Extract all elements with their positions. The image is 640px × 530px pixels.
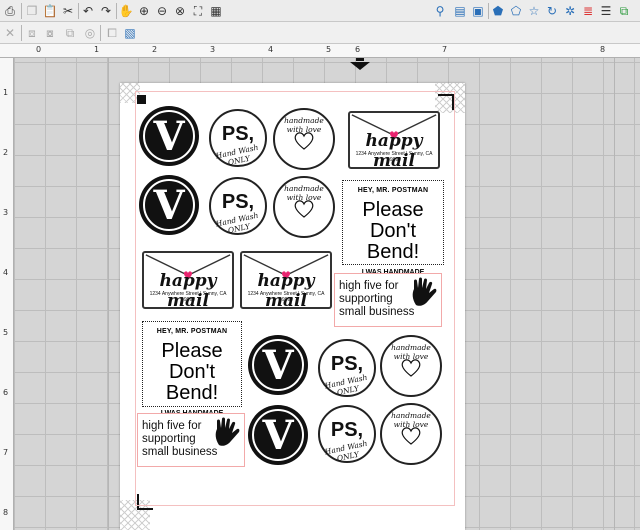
zoom-in-icon[interactable]: ⊕ [136, 3, 152, 19]
redo-icon[interactable]: ↷ [98, 3, 114, 19]
v-monogram-sticker[interactable]: V [248, 405, 308, 465]
mail-address: 1234 Anywhere Street | Sunny, CA 99999 [355, 151, 433, 163]
feed-direction-arrow-icon [350, 58, 370, 70]
polygon-icon[interactable]: ⬠ [508, 3, 524, 19]
fit-to-window-icon[interactable]: ⛶ [190, 3, 206, 19]
v-monogram-sticker[interactable]: V [139, 175, 199, 235]
shadow-icon[interactable]: ▣ [470, 3, 486, 19]
ruler-label: 7 [3, 448, 9, 457]
vertical-ruler: 1 2 3 4 5 6 7 8 [0, 58, 14, 530]
high-five-sticker[interactable]: high five for supporting small business [334, 273, 442, 327]
toolbar-separator [116, 3, 117, 19]
ruler-label: 6 [355, 45, 361, 54]
mail-address: 1234 Anywhere Street | Sunny, CA 99999 [149, 291, 227, 303]
postman-line2: Please Don't Bend! [362, 199, 424, 263]
ruler-label: 7 [442, 45, 448, 54]
color-lines-icon[interactable]: ≣ [580, 3, 596, 19]
rotate-icon[interactable]: ↻ [544, 3, 560, 19]
hand-print-icon [215, 417, 240, 446]
ruler-label: 2 [152, 45, 158, 54]
cutting-mat-canvas[interactable]: V PS, Hand Wash ONLY handmade with love h… [14, 58, 640, 530]
heart-outline-icon [401, 359, 421, 377]
handmade-with-love-sticker[interactable]: handmade with love [380, 335, 442, 397]
v-letter: V [262, 411, 294, 459]
compound-icon[interactable]: ⧉ [62, 25, 78, 41]
v-monogram-sticker[interactable]: V [139, 106, 199, 166]
mail-address: 1234 Anywhere Street | Sunny, CA 99999 [247, 291, 325, 303]
secondary-toolbar: ✕ ⧈ ⧇ ⧉ ◎ ⧠ ▧ [0, 22, 640, 44]
v-letter: V [262, 341, 294, 389]
v-monogram-sticker[interactable]: V [248, 335, 308, 395]
lines-icon[interactable]: ☰ [598, 3, 614, 19]
toolbar-separator [21, 25, 22, 41]
horizontal-ruler: 0 1 2 3 4 5 6 7 8 [0, 44, 640, 58]
happy-mail-sticker[interactable]: happy mail 1234 Anywhere Street | Sunny,… [348, 111, 440, 171]
pan-hand-icon[interactable]: ✋ [118, 3, 134, 19]
star-icon[interactable]: ☆ [526, 3, 542, 19]
v-letter: V [153, 181, 185, 229]
happy-mail-sticker[interactable]: happy mail 1234 Anywhere Street | Sunny,… [240, 251, 332, 311]
ruler-label: 5 [3, 328, 9, 337]
close-icon[interactable]: ✕ [2, 25, 18, 41]
heart-outline-icon [294, 132, 314, 150]
weld-icon[interactable]: ⧉ [616, 3, 632, 19]
handmade-with-love-sticker[interactable]: handmade with love [273, 176, 335, 238]
ps-handwash-sticker[interactable]: PS, Hand Wash ONLY [209, 109, 267, 167]
postman-line1: HEY, MR. POSTMAN [357, 187, 429, 194]
ruler-label: 4 [268, 45, 274, 54]
sun-icon[interactable]: ✲ [562, 3, 578, 19]
print-page[interactable]: V PS, Hand Wash ONLY handmade with love h… [120, 83, 465, 530]
toolbar-separator [78, 3, 79, 19]
ruler-label: 3 [210, 45, 216, 54]
happy-mail-sticker[interactable]: happy mail 1234 Anywhere Street | Sunny,… [142, 251, 234, 311]
please-dont-bend-sticker[interactable]: HEY, MR. POSTMAN Please Don't Bend! I WA… [342, 180, 444, 276]
layers-icon[interactable]: ▧ [122, 25, 138, 41]
cut-icon[interactable]: ✂ [60, 3, 76, 19]
page-setup-icon[interactable]: ⎙ [2, 3, 18, 19]
ungroup-icon[interactable]: ⧇ [42, 25, 58, 41]
paste-icon[interactable]: 📋 [42, 3, 58, 19]
group-icon[interactable]: ⧈ [24, 25, 40, 41]
copy-icon[interactable]: ❐ [24, 3, 40, 19]
align-icon[interactable]: ⧠ [104, 25, 120, 41]
toolbar-separator [21, 3, 22, 19]
handmade-with-love-sticker[interactable]: handmade with love [273, 108, 335, 170]
handmade-with-love-sticker[interactable]: handmade with love [380, 403, 442, 465]
ruler-label: 6 [3, 388, 9, 397]
highfive-text: high five for supporting small business [142, 420, 218, 458]
main-toolbar: ⎙ ❐ 📋 ✂ ↶ ↷ ✋ ⊕ ⊖ ⊗ ⛶ ▦ ⚲ ▤ ▣ ⬟ ⬠ ☆ ↻ ✲ … [0, 0, 640, 22]
ruler-label: 8 [3, 508, 9, 517]
ruler-label: 5 [326, 45, 332, 54]
heart-outline-icon [294, 200, 314, 218]
please-dont-bend-sticker[interactable]: HEY, MR. POSTMAN Please Don't Bend! I WA… [142, 321, 242, 417]
ruler-label: 4 [3, 268, 9, 277]
highfive-text: high five for supporting small business [339, 280, 415, 318]
zoom-selection-icon[interactable]: ⊗ [172, 3, 188, 19]
ruler-label: 2 [3, 148, 9, 157]
ruler-label: 1 [94, 45, 100, 54]
postman-line1: HEY, MR. POSTMAN [156, 328, 228, 335]
heart-outline-icon [401, 427, 421, 445]
toolbar-separator [100, 25, 101, 41]
toolbar-separator [488, 3, 489, 19]
undo-icon[interactable]: ↶ [80, 3, 96, 19]
ruler-label: 0 [36, 45, 42, 54]
fill-icon[interactable]: ▤ [452, 3, 468, 19]
line-style-icon[interactable]: ⚲ [432, 3, 448, 19]
pentagon-icon[interactable]: ⬟ [490, 3, 506, 19]
ps-handwash-sticker[interactable]: PS, Hand Wash ONLY [318, 339, 376, 397]
v-letter: V [153, 112, 185, 160]
postman-line2: Please Don't Bend! [161, 340, 223, 404]
high-five-sticker[interactable]: high five for supporting small business [137, 413, 245, 467]
ps-handwash-sticker[interactable]: PS, Hand Wash ONLY [318, 405, 376, 463]
ruler-label: 1 [3, 88, 9, 97]
zoom-out-icon[interactable]: ⊖ [154, 3, 170, 19]
ps-handwash-sticker[interactable]: PS, Hand Wash ONLY [209, 177, 267, 235]
ruler-label: 3 [3, 208, 9, 217]
hand-print-icon [412, 277, 437, 306]
offset-icon[interactable]: ◎ [82, 25, 98, 41]
grid-icon[interactable]: ▦ [208, 3, 224, 19]
ruler-label: 8 [600, 45, 606, 54]
